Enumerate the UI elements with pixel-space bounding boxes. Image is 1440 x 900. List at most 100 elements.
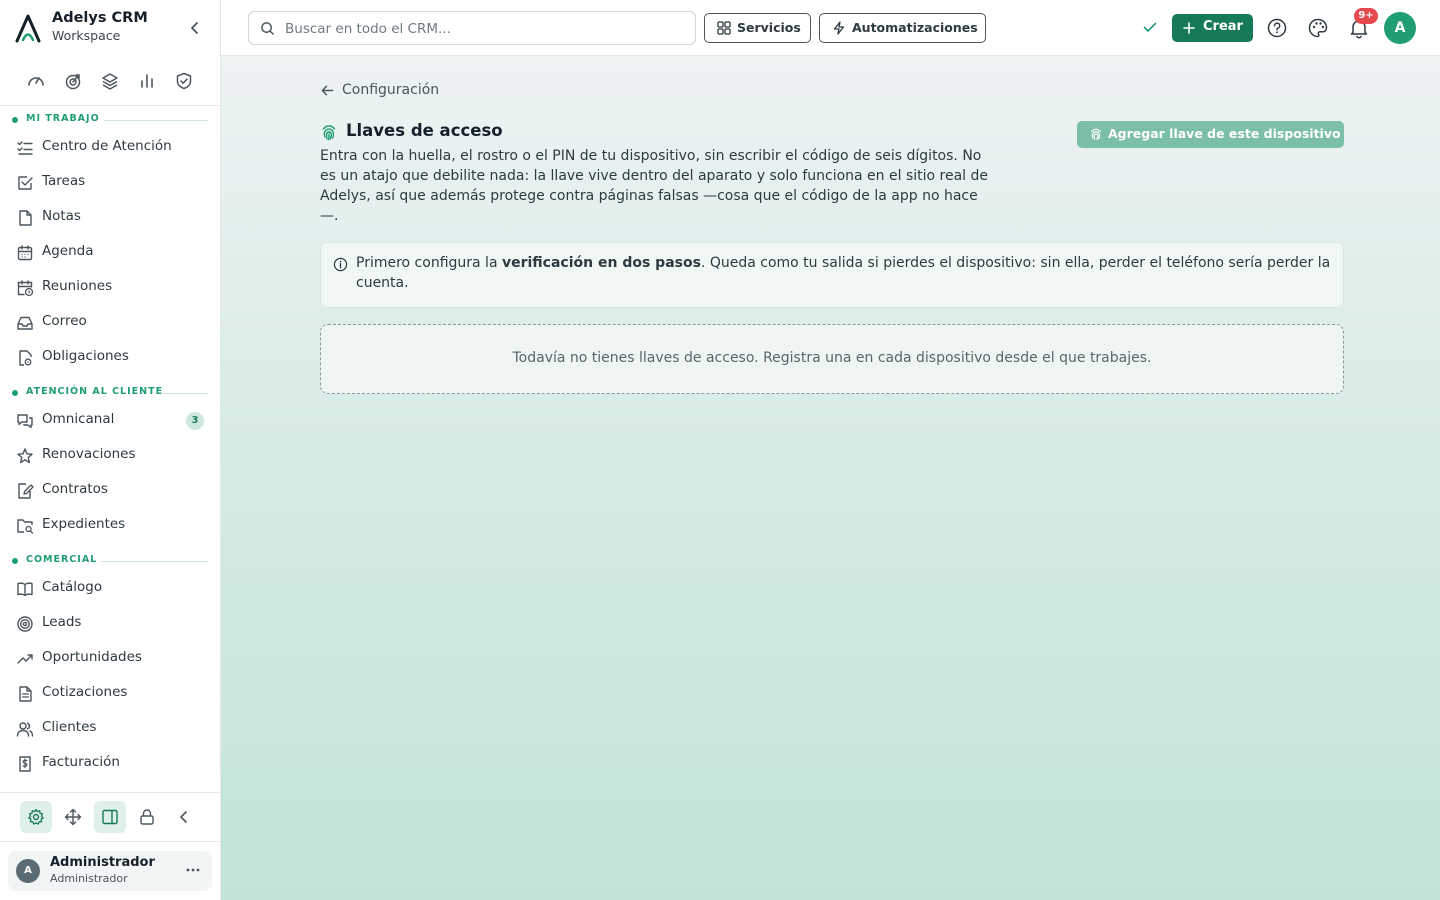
calendar-icon [17,245,33,261]
automations-button[interactable]: Automatizaciones [819,13,986,43]
sidebar-item-tareas[interactable]: Tareas [8,166,212,198]
layers-icon[interactable] [100,71,120,91]
sidebar-item-label: Notas [42,208,81,224]
sidebar-item-contratos[interactable]: Contratos [8,474,212,506]
move-icon [64,808,82,826]
sidebar-item-label: Cotizaciones [42,684,128,700]
brand-logo-icon [15,14,41,43]
sidebar-item-centro-de-atencion[interactable]: Centro de Atención [8,131,212,163]
target-arrow-icon[interactable] [63,71,83,91]
brand-name: Adelys CRM [52,10,148,26]
sidebar-item-label: Leads [42,614,82,630]
chevron-left-icon [180,811,187,823]
sidebar-item-catalogo[interactable]: Catálogo [8,572,212,604]
sidebar-item-leads[interactable]: Leads [8,607,212,639]
lock-button[interactable] [131,801,163,833]
document-lines-icon [19,686,32,702]
sidebar-item-notas[interactable]: Notas [8,201,212,233]
brand-subtitle: Workspace [52,28,121,43]
sidebar-item-label: Oportunidades [42,649,142,665]
two-step-verification-link: verificación en dos pasos [501,255,701,271]
move-button[interactable] [57,801,89,833]
shield-check-icon[interactable] [174,71,194,91]
panel-icon [102,809,118,825]
back-label: Configuración [342,82,440,98]
add-device-key-button[interactable]: Agregar llave de este dispositivo [1077,121,1344,148]
arrow-left-icon [321,85,334,96]
sidebar-item-clientes[interactable]: Clientes [8,712,212,744]
create-button[interactable]: Crear [1172,14,1253,42]
sidebar-item-label: Expedientes [42,516,126,532]
sidebar-item-omnicanal[interactable]: Omnicanal 3 [8,404,212,436]
section-divider [104,120,208,121]
dollar-document-icon [19,756,31,772]
section-dot [12,117,18,123]
section-label: MI TRABAJO [26,113,100,124]
avatar: A [16,859,40,883]
sidebar-item-label: Tareas [42,173,86,189]
section-dot [12,558,18,564]
plus-icon [1183,22,1195,34]
panel-toggle-button[interactable] [94,801,126,833]
empty-state-text: Todavía no tienes llaves de acceso. Regi… [512,350,1152,366]
sidebar-item-expedientes[interactable]: Expedientes [8,509,212,541]
target-icon [17,616,33,632]
grid-icon [717,21,731,35]
page-title: Llaves de acceso [346,121,503,140]
sidebar-item-oportunidades[interactable]: Oportunidades [8,642,212,674]
topbar: Servicios Automatizaciones Crear 9+ A [221,0,1440,56]
add-key-label: Agregar llave de este dispositivo [1108,126,1341,141]
sidebar-item-renovaciones[interactable]: Renovaciones [8,439,212,471]
services-label: Servicios [737,20,801,35]
palette-icon[interactable] [1307,17,1329,39]
unread-count-badge: 3 [186,412,204,430]
section-dot [12,390,18,396]
notice-text: Primero configura la verificación en dos… [356,253,1336,293]
sidebar-item-label: Clientes [42,719,97,735]
inbox-icon [17,316,33,330]
notification-badge: 9+ [1354,8,1378,24]
empty-state: Todavía no tienes llaves de acceso. Regi… [320,324,1344,394]
document-edit-icon [18,483,34,499]
folder-search-icon [17,519,34,534]
search-icon [261,22,274,35]
trending-up-icon [17,654,33,664]
gauge-icon[interactable] [26,71,46,91]
user-avatar-button[interactable]: A [1384,12,1416,44]
collapse-sidebar-icon[interactable] [186,19,204,37]
calendar-clock-icon [17,280,34,297]
collapse-button[interactable] [168,801,200,833]
more-options-icon[interactable] [184,861,202,879]
sidebar-item-label: Reuniones [42,278,113,294]
services-button[interactable]: Servicios [704,13,811,43]
sidebar-item-label: Centro de Atención [42,138,172,154]
global-search[interactable] [248,11,696,45]
user-card[interactable]: A Administrador Administrador [8,851,212,891]
sidebar-item-reuniones[interactable]: Reuniones [8,271,212,303]
section-divider [101,561,208,562]
two-step-notice: Primero configura la verificación en dos… [320,242,1344,308]
automations-label: Automatizaciones [852,20,978,35]
section-label: COMERCIAL [26,554,98,565]
sidebar: Adelys CRM Workspace MI TRABAJO Centro d… [0,0,221,900]
search-input[interactable] [285,19,685,39]
sidebar-item-label: Omnicanal [42,411,115,427]
user-role: Administrador [50,872,128,885]
sidebar-item-label: Contratos [42,481,108,497]
section-mi-trabajo: MI TRABAJO [0,112,220,128]
page-description: Entra con la huella, el rostro o el PIN … [320,148,989,224]
help-icon[interactable] [1266,17,1288,39]
sidebar-item-label: Obligaciones [42,348,129,364]
sidebar-item-label: Renovaciones [42,446,136,462]
sidebar-item-correo[interactable]: Correo [8,306,212,338]
sidebar-item-agenda[interactable]: Agenda [8,236,212,268]
sidebar-item-obligaciones[interactable]: Obligaciones [8,341,212,373]
checkbox-icon [18,176,33,190]
sidebar-item-cotizaciones[interactable]: Cotizaciones [8,677,212,709]
user-name: Administrador [50,855,155,870]
sidebar-item-label: Catálogo [42,579,103,595]
sidebar-item-facturacion[interactable]: Facturación [8,747,212,779]
sidebar-item-label: Correo [42,313,87,329]
bar-chart-icon[interactable] [137,71,157,91]
settings-button[interactable] [20,801,52,833]
